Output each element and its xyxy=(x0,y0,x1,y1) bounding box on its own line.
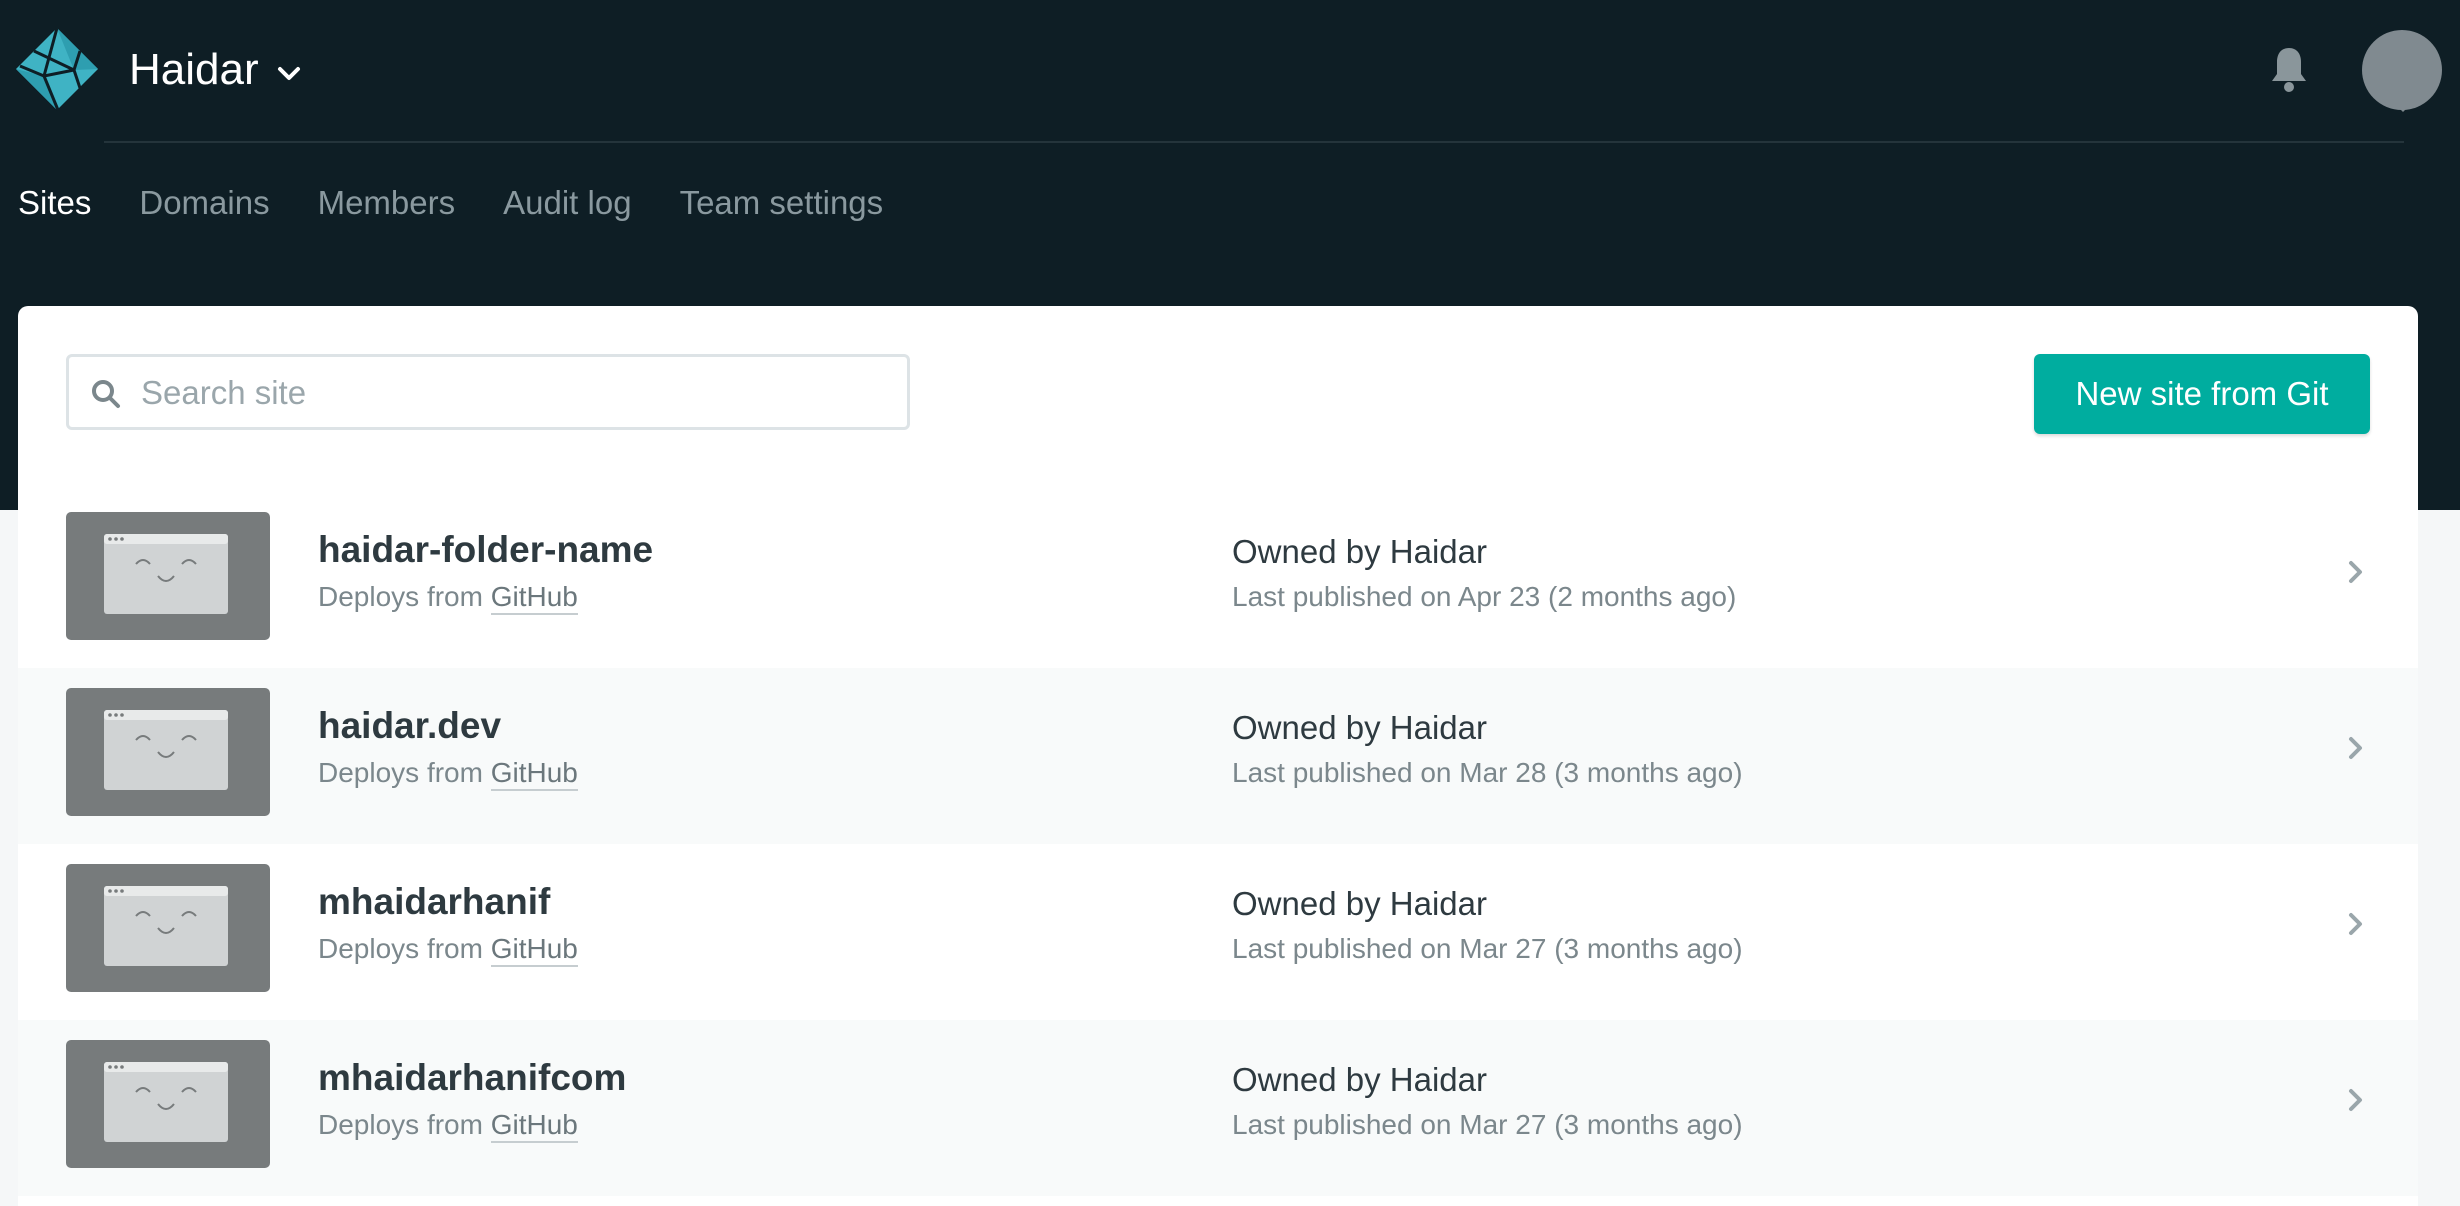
search-icon xyxy=(92,380,120,408)
site-thumbnail xyxy=(66,688,270,816)
site-owner: Owned by Haidar xyxy=(1232,532,1487,572)
chevron-right-icon xyxy=(2349,737,2362,759)
site-last-published: Last published on Apr 23 (2 months ago) xyxy=(1232,581,1737,612)
site-row-haidar-folder-name[interactable]: haidar-folder-name Deploys from GitHub O… xyxy=(18,492,2418,668)
tab-members[interactable]: Members xyxy=(318,183,456,223)
chevron-right-icon xyxy=(2349,1089,2362,1111)
owner-name: Haidar xyxy=(1389,1061,1487,1098)
bell-icon[interactable] xyxy=(2268,44,2310,94)
site-name[interactable]: mhaidarhanifcom xyxy=(318,1056,626,1100)
deploy-prefix: Deploys from xyxy=(318,1109,483,1140)
tab-sites[interactable]: Sites xyxy=(18,183,91,223)
site-name[interactable]: haidar.dev xyxy=(318,704,501,748)
netlify-logo-icon[interactable] xyxy=(14,26,100,112)
site-thumbnail xyxy=(66,864,270,992)
site-owner: Owned by Haidar xyxy=(1232,708,1487,748)
header-divider xyxy=(104,141,2404,143)
owner-prefix: Owned by xyxy=(1232,709,1381,746)
owner-prefix: Owned by xyxy=(1232,1061,1381,1098)
deploy-prefix: Deploys from xyxy=(318,581,483,612)
browser-placeholder-icon xyxy=(104,534,228,614)
chevron-right-icon xyxy=(2349,561,2362,583)
site-row-mhaidarhanifcom[interactable]: mhaidarhanifcom Deploys from GitHub Owne… xyxy=(18,1020,2418,1196)
team-name[interactable]: Haidar xyxy=(129,42,259,98)
site-name[interactable]: haidar-folder-name xyxy=(318,528,653,572)
search-input[interactable] xyxy=(139,357,883,429)
search-box xyxy=(66,354,910,430)
deploy-provider-link[interactable]: GitHub xyxy=(490,933,578,967)
browser-placeholder-icon xyxy=(104,1062,228,1142)
site-thumbnail xyxy=(66,512,270,640)
owner-name: Haidar xyxy=(1389,709,1487,746)
chevron-right-icon xyxy=(2349,913,2362,935)
site-deploy-source: Deploys from GitHub xyxy=(318,932,578,967)
site-deploy-source: Deploys from GitHub xyxy=(318,756,578,791)
owner-prefix: Owned by xyxy=(1232,885,1381,922)
deploy-provider-link[interactable]: GitHub xyxy=(490,1109,578,1143)
site-owner: Owned by Haidar xyxy=(1232,884,1487,924)
site-owner: Owned by Haidar xyxy=(1232,1060,1487,1100)
site-last-published: Last published on Mar 27 (3 months ago) xyxy=(1232,1109,1743,1140)
site-last-published: Last published on Mar 28 (3 months ago) xyxy=(1232,757,1743,788)
site-deploy-source: Deploys from GitHub xyxy=(318,580,578,615)
site-row-haidar-dev[interactable]: haidar.dev Deploys from GitHub Owned by … xyxy=(18,668,2418,844)
site-row-mhaidarhanif[interactable]: mhaidarhanif Deploys from GitHub Owned b… xyxy=(18,844,2418,1020)
user-avatar[interactable] xyxy=(2362,30,2442,112)
site-list: haidar-folder-name Deploys from GitHub O… xyxy=(18,492,2418,1196)
site-thumbnail xyxy=(66,1040,270,1168)
site-deploy-source: Deploys from GitHub xyxy=(318,1108,578,1143)
deploy-provider-link[interactable]: GitHub xyxy=(490,757,578,791)
site-last-published: Last published on Mar 27 (3 months ago) xyxy=(1232,933,1743,964)
deploy-prefix: Deploys from xyxy=(318,933,483,964)
deploy-prefix: Deploys from xyxy=(318,757,483,788)
owner-name: Haidar xyxy=(1389,533,1487,570)
tab-team-settings[interactable]: Team settings xyxy=(680,183,884,223)
owner-name: Haidar xyxy=(1389,885,1487,922)
tab-domains[interactable]: Domains xyxy=(139,183,269,223)
owner-prefix: Owned by xyxy=(1232,533,1381,570)
tab-audit-log[interactable]: Audit log xyxy=(503,183,631,223)
browser-placeholder-icon xyxy=(104,886,228,966)
sites-panel: New site from Git haidar-folder-name Dep… xyxy=(18,306,2418,1206)
chevron-down-icon[interactable] xyxy=(276,60,302,86)
team-nav: Sites Domains Members Audit log Team set… xyxy=(18,183,883,223)
site-name[interactable]: mhaidarhanif xyxy=(318,880,550,924)
deploy-provider-link[interactable]: GitHub xyxy=(490,581,578,615)
new-site-from-git-button[interactable]: New site from Git xyxy=(2034,354,2370,434)
browser-placeholder-icon xyxy=(104,710,228,790)
